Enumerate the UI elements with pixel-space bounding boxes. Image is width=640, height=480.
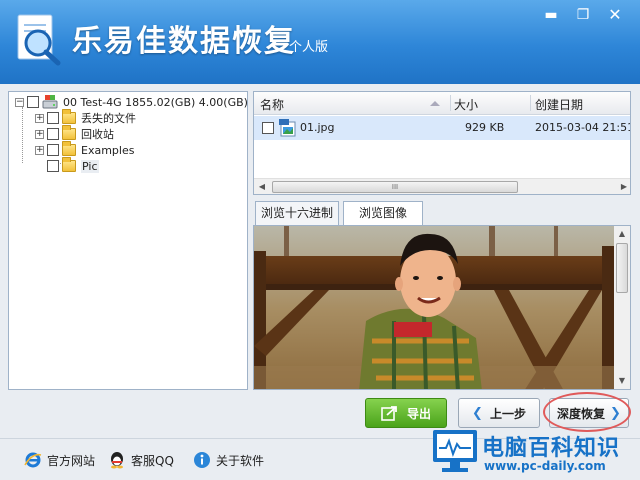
scroll-down-icon[interactable]: ▼ (614, 373, 630, 389)
file-row-checkbox[interactable] (262, 122, 274, 134)
expand-icon[interactable]: + (35, 129, 44, 139)
qq-icon (111, 452, 123, 469)
drive-tree[interactable]: − 00 Test-4G 1855.02(GB) 4.00(GB) + 丢失的文… (8, 91, 248, 390)
tree-item-label: Examples (81, 143, 135, 157)
title-bar: 乐易佳数据恢复 个人版 ▬ ❐ ✕ (0, 0, 640, 84)
column-name[interactable]: 名称 (260, 96, 284, 113)
tree-item-examples[interactable]: + Examples (35, 141, 135, 158)
about-label: 关于软件 (216, 453, 265, 468)
tree-item-label: 丢失的文件 (81, 112, 136, 125)
export-label: 导出 (406, 406, 431, 421)
scroll-right-icon[interactable]: ▶ (616, 179, 630, 194)
tab-hex-view[interactable]: 浏览十六进制 (255, 201, 339, 225)
minimize-button[interactable]: ▬ (536, 4, 566, 26)
folder-icon (62, 141, 76, 156)
vertical-scroll-thumb[interactable] (616, 243, 628, 293)
tree-item-label: 回收站 (81, 128, 114, 141)
back-button[interactable]: ❮ 上一步 (458, 398, 540, 428)
close-button[interactable]: ✕ (600, 4, 630, 26)
maximize-button[interactable]: ❐ (568, 4, 598, 26)
tree-item-checkbox[interactable] (47, 128, 59, 140)
info-icon (194, 452, 210, 468)
expand-icon[interactable]: + (35, 145, 44, 155)
tree-root-label: 00 Test-4G 1855.02(GB) 4.00(GB) (63, 95, 248, 109)
back-label: 上一步 (489, 406, 526, 421)
tree-root-row[interactable]: − 00 Test-4G 1855.02(GB) 4.00(GB) (15, 94, 248, 110)
app-edition: 个人版 (289, 40, 329, 55)
tree-item-recycle-bin[interactable]: + 回收站 (35, 125, 114, 142)
tree-item-checkbox[interactable] (47, 112, 59, 124)
support-qq-link[interactable]: 客服QQ (108, 449, 174, 471)
watermark-name: 电脑百科知识 (482, 436, 621, 461)
tree-item-pic[interactable]: Pic (47, 157, 99, 174)
tree-item-lost-files[interactable]: + 丢失的文件 (35, 109, 136, 126)
file-size: 929 KB (465, 121, 505, 134)
scroll-left-icon[interactable]: ◀ (254, 179, 270, 194)
expand-icon[interactable]: + (35, 113, 44, 123)
app-logo-icon (17, 14, 61, 66)
scroll-up-icon[interactable]: ▲ (614, 226, 630, 242)
horizontal-scrollbar[interactable]: ◀ III ▶ (254, 178, 630, 194)
tree-item-checkbox[interactable] (47, 144, 59, 156)
collapse-icon[interactable]: − (15, 97, 24, 107)
tree-item-label: Pic (81, 159, 99, 173)
folder-icon (62, 157, 76, 172)
image-preview (253, 225, 631, 390)
export-icon (381, 406, 397, 421)
preview-photo (254, 226, 630, 389)
monitor-logo-icon (433, 430, 477, 472)
file-row[interactable]: 01.jpg 929 KB 2015-03-04 21:51:2 (254, 116, 630, 140)
folder-icon (62, 109, 76, 124)
column-size[interactable]: 大小 (454, 96, 478, 113)
file-list-header: 名称 大小 创建日期 (254, 92, 630, 115)
official-site-label: 官方网站 (47, 453, 96, 468)
column-created[interactable]: 创建日期 (535, 96, 583, 113)
official-site-link[interactable]: 官方网站 (24, 449, 95, 471)
about-link[interactable]: 关于软件 (193, 449, 264, 471)
export-button[interactable]: 导出 (365, 398, 447, 428)
watermark: 电脑百科知识 www.pc-daily.com (432, 428, 637, 478)
tree-root-checkbox[interactable] (27, 96, 39, 108)
vertical-scrollbar[interactable]: ▲ ▼ (614, 226, 630, 389)
jpg-file-icon (279, 119, 296, 137)
tree-item-checkbox[interactable] (47, 160, 59, 172)
highlight-circle (543, 392, 631, 432)
tab-image-view[interactable]: 浏览图像 (343, 201, 423, 225)
folder-icon (62, 125, 76, 140)
chevron-left-icon: ❮ (472, 405, 483, 421)
drive-icon (42, 95, 58, 109)
file-list[interactable]: 名称 大小 创建日期 01.jpg 929 KB 2015-03-04 21:5… (253, 91, 631, 195)
app-title: 乐易佳数据恢复 (72, 24, 296, 59)
watermark-url: www.pc-daily.com (484, 459, 606, 473)
sort-arrow-icon (430, 101, 440, 106)
support-qq-label: 客服QQ (131, 453, 174, 468)
file-name: 01.jpg (300, 121, 335, 134)
ie-icon (24, 452, 42, 468)
scroll-thumb[interactable]: III (272, 181, 518, 193)
file-created: 2015-03-04 21:51:2 (535, 121, 630, 134)
